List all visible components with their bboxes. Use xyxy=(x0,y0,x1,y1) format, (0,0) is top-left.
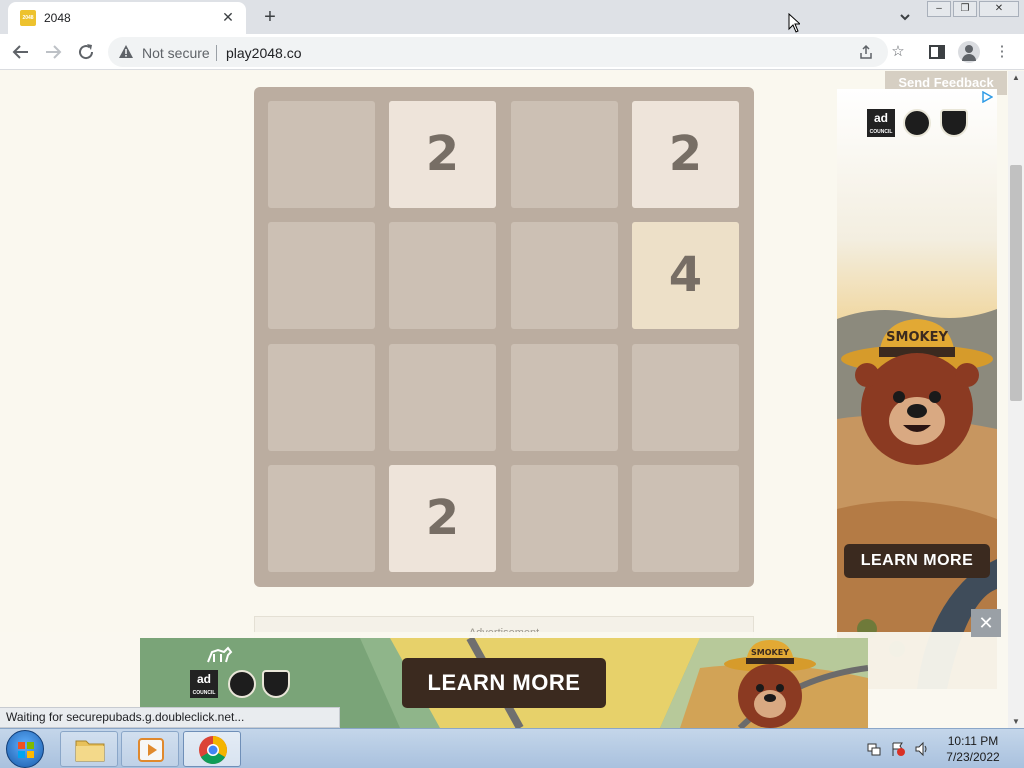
grid-cell xyxy=(389,222,496,329)
side-learn-more-button[interactable]: LEARN MORE xyxy=(844,544,990,578)
forest-service-shield-icon xyxy=(940,109,968,137)
back-arrow-icon[interactable] xyxy=(9,40,33,64)
tile-4: 4 xyxy=(632,222,739,329)
grid-cell xyxy=(632,344,739,451)
action-center-flag-icon[interactable] xyxy=(890,741,906,757)
tab-search-icon[interactable] xyxy=(896,8,914,26)
reload-icon[interactable] xyxy=(74,40,98,64)
scroll-down-arrow-icon[interactable]: ▼ xyxy=(1012,717,1020,726)
bottom-ad-council-logo-sub: COUNCIL xyxy=(192,690,216,696)
horse-logo-icon xyxy=(207,646,233,663)
bottom-tree-seal-icon xyxy=(228,670,256,698)
grid-cell xyxy=(389,344,496,451)
tree-seal-icon xyxy=(903,109,931,137)
page-content: 2242 Advertisement Send Feedback xyxy=(0,71,1008,728)
bottom-smokey-bear-illustration: SMOKEY xyxy=(724,640,816,728)
security-label[interactable]: Not secure xyxy=(142,45,210,61)
warning-icon[interactable] xyxy=(118,44,134,60)
grid-cell xyxy=(268,344,375,451)
kebab-menu-icon[interactable]: ⋮ xyxy=(992,42,1012,62)
forward-arrow-icon[interactable] xyxy=(41,40,65,64)
tab-2048[interactable]: 2048 2048 ✕ xyxy=(8,2,246,34)
start-button[interactable] xyxy=(6,730,44,768)
tile-2: 2 xyxy=(389,101,496,208)
grid-cell xyxy=(511,344,618,451)
grid-cell xyxy=(268,222,375,329)
folder-icon xyxy=(75,740,105,762)
network-icon[interactable] xyxy=(866,741,882,757)
minimize-button[interactable]: – xyxy=(927,1,951,17)
media-player-icon xyxy=(138,738,164,762)
side-panel-icon[interactable] xyxy=(927,42,947,62)
favicon-2048-icon: 2048 xyxy=(20,10,36,26)
game-board[interactable]: 2 2 4 2 xyxy=(254,87,754,587)
bottom-ad-council-logo: ad COUNCIL xyxy=(190,670,218,698)
taskbar-chrome[interactable] xyxy=(183,731,241,767)
bottom-ad-council-logo-text: ad xyxy=(196,672,211,686)
adchoices-icon[interactable] xyxy=(981,91,993,103)
grid-cell xyxy=(511,465,618,572)
share-icon[interactable] xyxy=(858,44,874,60)
ad-council-logo-sub: COUNCIL xyxy=(869,129,893,135)
ad-council-logo: ad COUNCIL xyxy=(867,109,895,137)
volume-icon[interactable] xyxy=(914,741,930,757)
bottom-forest-service-shield-icon xyxy=(262,670,290,698)
close-window-button[interactable]: ✕ xyxy=(979,1,1019,17)
grid-cell xyxy=(511,101,618,208)
ad-council-logo-text: ad xyxy=(873,111,888,125)
grid-cell xyxy=(268,465,375,572)
status-bar: Waiting for securepubads.g.doubleclick.n… xyxy=(0,707,340,728)
clock-date[interactable]: 7/23/2022 xyxy=(936,750,1010,764)
bottom-learn-more-button[interactable]: LEARN MORE xyxy=(402,658,606,708)
grid-cell xyxy=(268,101,375,208)
grid-cell xyxy=(511,222,618,329)
windows-logo-icon xyxy=(18,742,34,758)
new-tab-button[interactable]: + xyxy=(258,6,282,28)
bottom-smokey-hat-text: SMOKEY xyxy=(751,648,789,657)
smokey-bear-illustration: SMOKEY xyxy=(841,319,993,465)
tab-strip: 2048 2048 ✕ + – ❐ ✕ xyxy=(0,0,1024,34)
profile-icon[interactable] xyxy=(958,41,980,63)
browser-toolbar: Not secure play2048.co ☆ ⋮ xyxy=(0,34,1024,70)
taskbar-media-player[interactable] xyxy=(121,731,179,767)
vertical-scrollbar[interactable]: ▲ ▼ xyxy=(1008,71,1024,728)
mouse-cursor-icon xyxy=(788,13,800,33)
star-icon[interactable]: ☆ xyxy=(888,42,908,62)
omnibox-divider xyxy=(216,45,217,61)
scroll-thumb[interactable] xyxy=(1010,165,1022,401)
restore-button[interactable]: ❐ xyxy=(953,1,977,17)
smokey-hat-text: SMOKEY xyxy=(886,330,948,345)
tile-2: 2 xyxy=(632,101,739,208)
address-bar[interactable]: Not secure play2048.co xyxy=(108,37,888,67)
grid-cell xyxy=(632,465,739,572)
tab-title: 2048 xyxy=(44,11,71,25)
scroll-up-arrow-icon[interactable]: ▲ xyxy=(1012,73,1020,82)
side-ad-banner[interactable]: ad COUNCIL SMOKEY LEARN MORE xyxy=(837,89,997,689)
chrome-icon xyxy=(199,736,227,764)
url-text[interactable]: play2048.co xyxy=(226,45,302,61)
windows-taskbar: 10:11 PM 7/23/2022 xyxy=(0,728,1024,768)
tab-close-icon[interactable]: ✕ xyxy=(220,9,236,25)
tile-2: 2 xyxy=(389,465,496,572)
clock-time[interactable]: 10:11 PM xyxy=(936,734,1010,748)
taskbar-file-explorer[interactable] xyxy=(60,731,118,767)
close-ad-button[interactable]: ✕ xyxy=(971,609,1001,637)
